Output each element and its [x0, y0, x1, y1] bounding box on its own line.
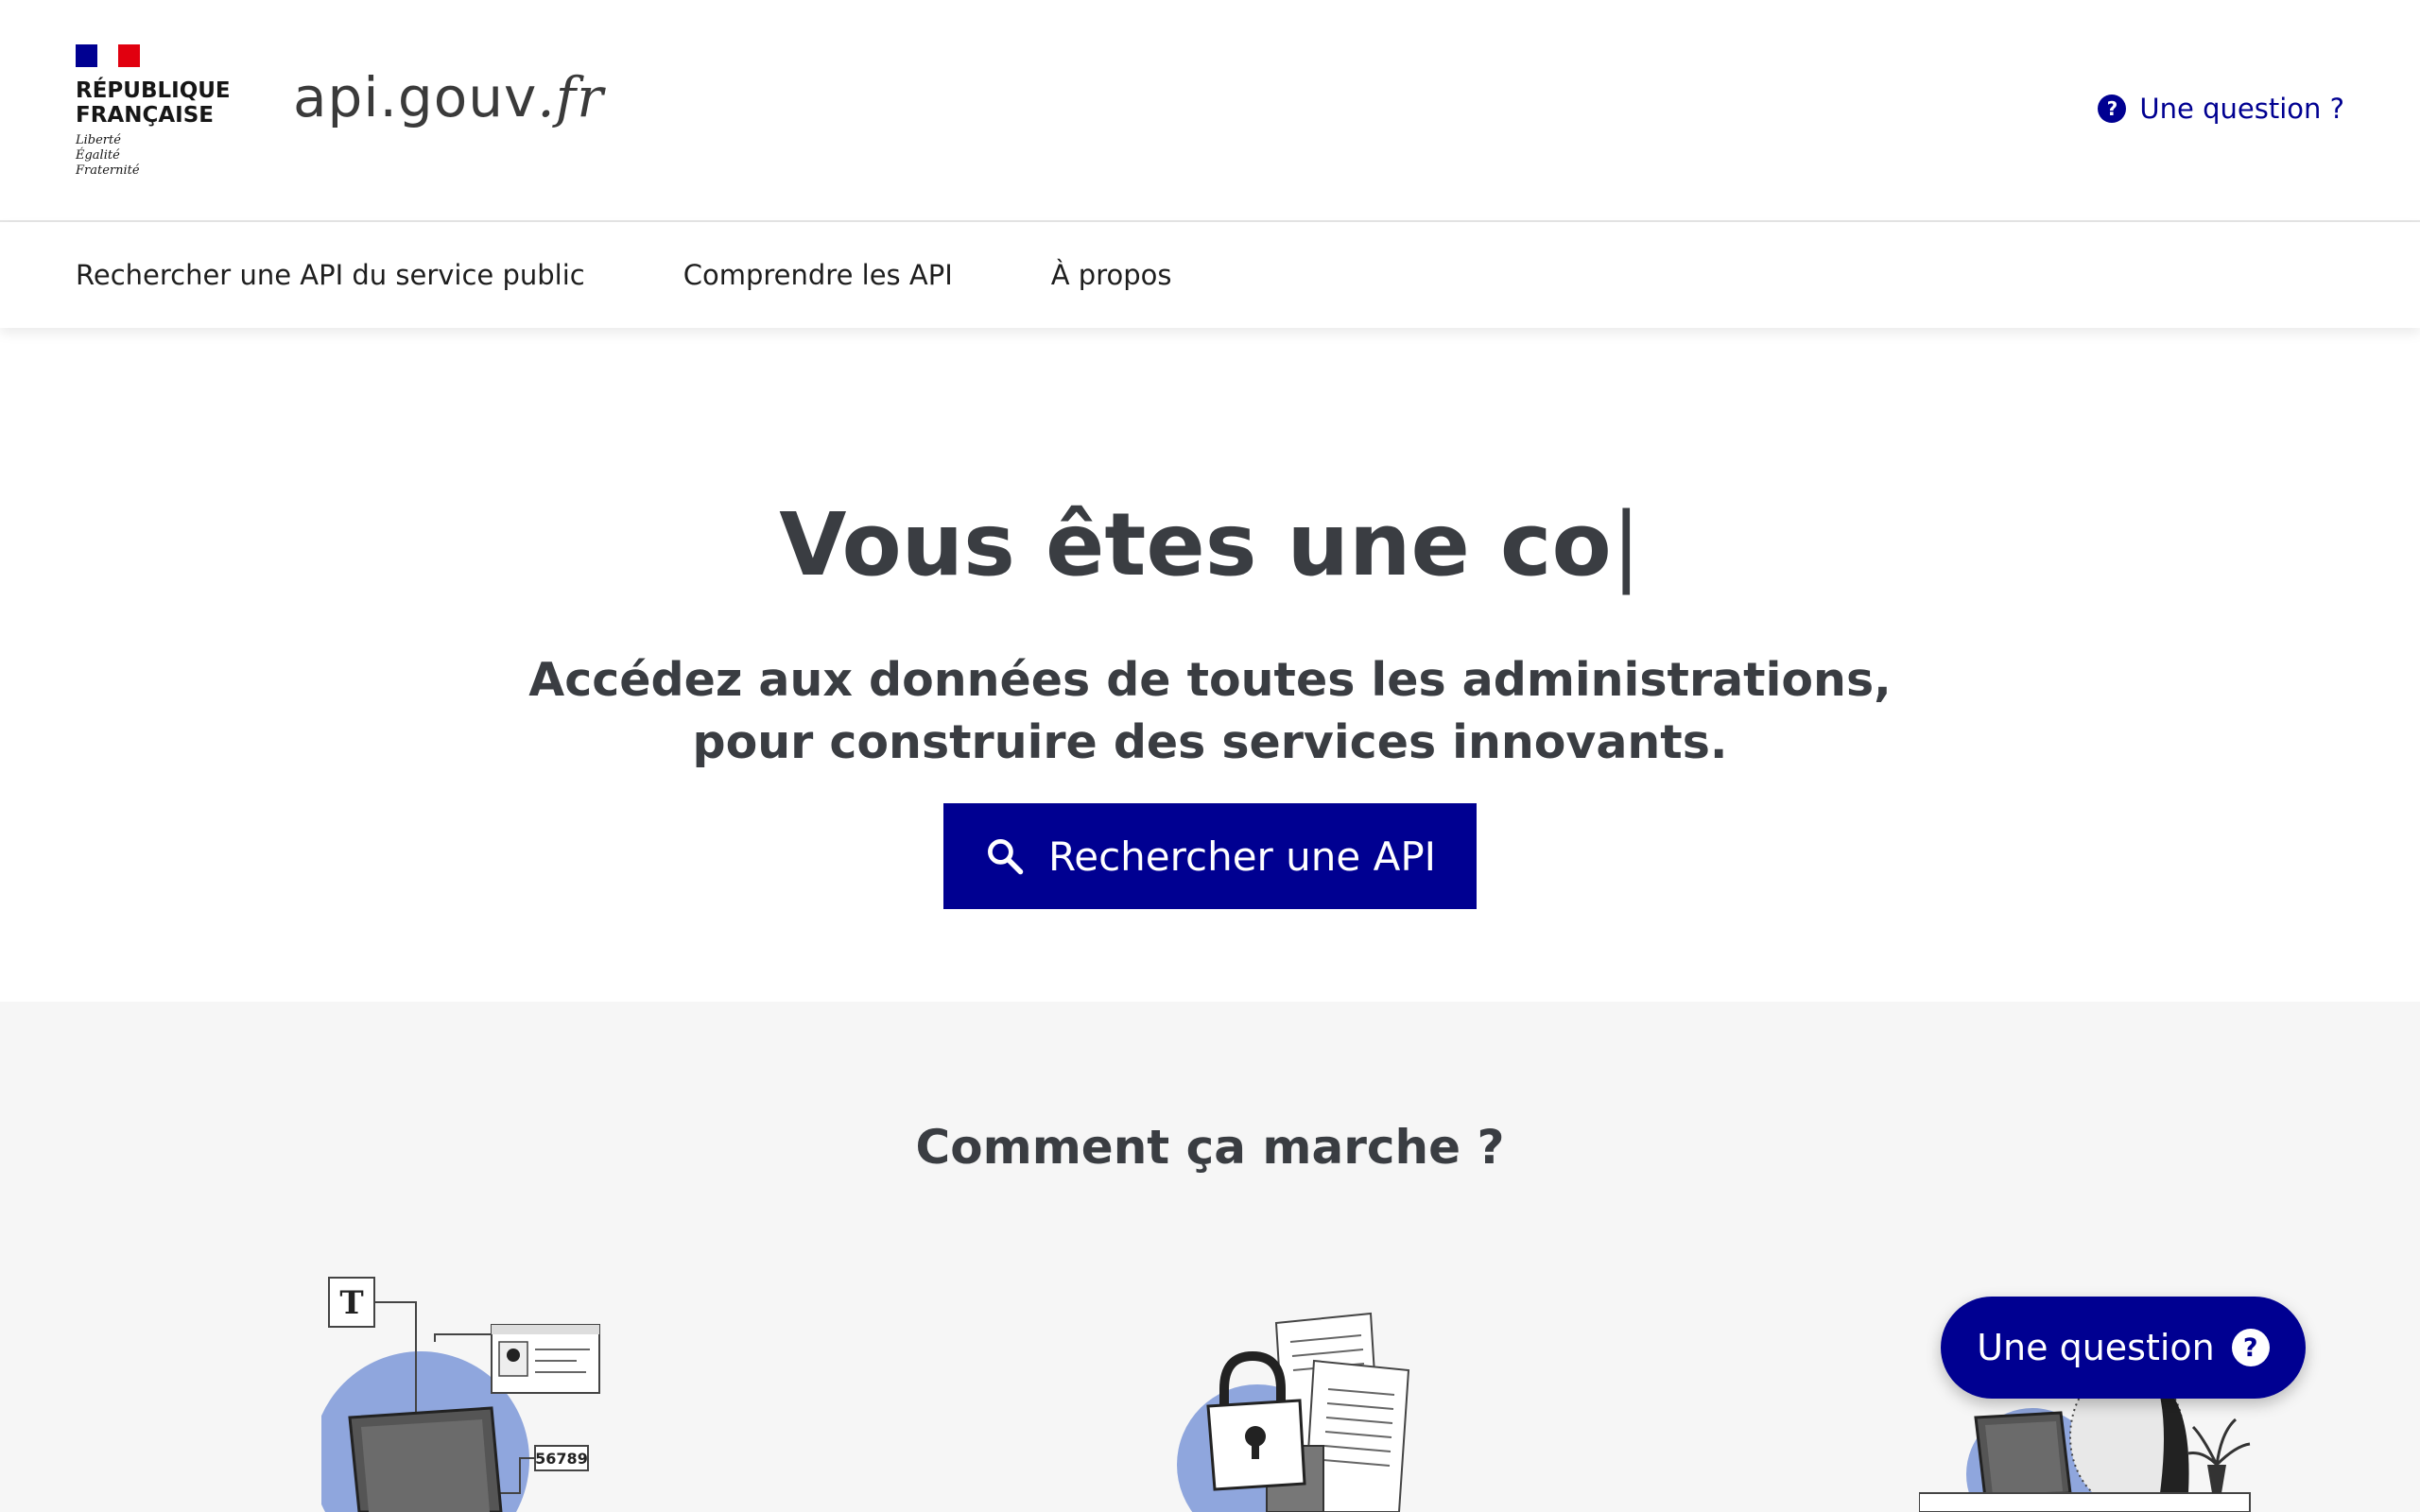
republique-francaise-title: RÉPUBLIQUE FRANÇAISE [76, 78, 231, 128]
data-sources-illustration: T 56789 [321, 1277, 600, 1512]
hero-subtitle: Accédez aux données de toutes les admini… [528, 653, 1892, 769]
site-logo[interactable]: api.gouv.fr [293, 64, 604, 130]
nav-item-search-api[interactable]: Rechercher une API du service public [76, 259, 585, 291]
search-api-button-label: Rechercher une API [1047, 833, 1437, 880]
question-link-label: Une question ? [2139, 93, 2344, 125]
site-name: api.gouv [293, 65, 538, 129]
search-icon [987, 839, 1024, 875]
how-it-works-section: Comment ça marche ? T 56789 [0, 1002, 2420, 1512]
site-header: RÉPUBLIQUE FRANÇAISE Liberté Égalité Frater… [0, 0, 2420, 222]
floating-question-label: Une question [1977, 1327, 2215, 1368]
hero-title: Vous êtes une co| [779, 494, 1641, 595]
main-nav: Rechercher une API du service public Com… [0, 222, 2420, 328]
french-flag-icon [76, 44, 141, 67]
search-api-button[interactable]: Rechercher une API [943, 803, 1477, 909]
republique-francaise-logo[interactable]: RÉPUBLIQUE FRANÇAISE Liberté Égalité Frater… [76, 44, 236, 186]
question-circle-icon: ? [2098, 94, 2127, 123]
typing-caret: | [1611, 494, 1641, 595]
how-it-works-title: Comment ça marche ? [915, 1120, 1505, 1175]
svg-text:T: T [339, 1284, 363, 1322]
republique-motto: Liberté Égalité Fraternité [76, 133, 140, 178]
secure-documents-illustration [1177, 1312, 1410, 1512]
floating-question-button[interactable]: Une question ? [1941, 1297, 2306, 1399]
question-link[interactable]: ? Une question ? [2098, 93, 2344, 125]
nav-item-about[interactable]: À propos [1051, 259, 1172, 291]
svg-text:56789: 56789 [535, 1450, 588, 1468]
question-circle-icon: ? [2231, 1329, 2270, 1366]
site-tld: .fr [537, 65, 604, 129]
hero-section: Vous êtes une co| Accédez aux données de… [0, 328, 2420, 1002]
nav-item-understand-api[interactable]: Comprendre les API [683, 259, 953, 291]
